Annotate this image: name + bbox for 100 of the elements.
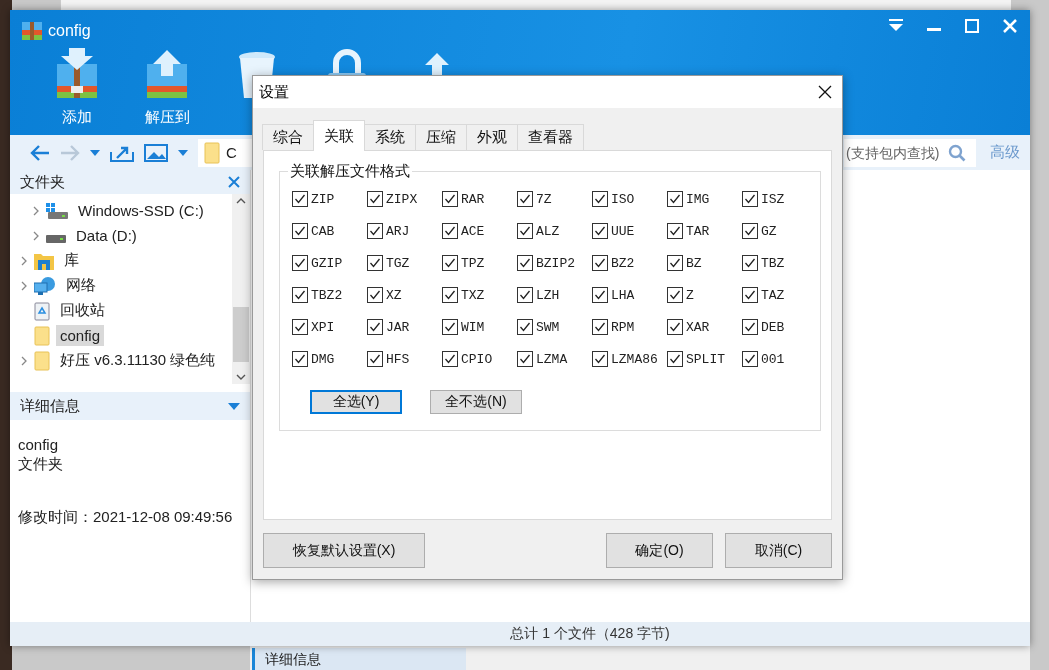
checkbox-icon[interactable] bbox=[367, 223, 383, 239]
dialog-button[interactable]: 确定(O) bbox=[606, 533, 713, 568]
scrollbar-thumb[interactable] bbox=[233, 306, 249, 362]
format-checkbox[interactable]: DEB bbox=[742, 318, 817, 336]
checkbox-icon[interactable] bbox=[742, 319, 758, 335]
format-checkbox[interactable]: JAR bbox=[367, 318, 442, 336]
checkbox-icon[interactable] bbox=[592, 255, 608, 271]
format-checkbox[interactable]: XZ bbox=[367, 286, 442, 304]
folder-tree-item[interactable]: 网络 bbox=[62, 274, 100, 297]
settings-tab[interactable]: 关联 bbox=[313, 120, 365, 151]
format-checkbox[interactable]: RPM bbox=[592, 318, 667, 336]
checkbox-icon[interactable] bbox=[517, 287, 533, 303]
checkbox-icon[interactable] bbox=[442, 191, 458, 207]
format-checkbox[interactable]: LZMA bbox=[517, 350, 592, 368]
format-checkbox[interactable]: HFS bbox=[367, 350, 442, 368]
format-checkbox[interactable]: BZ bbox=[667, 254, 742, 272]
folder-tree-item[interactable]: 回收站 bbox=[56, 299, 109, 322]
settings-tab[interactable]: 查看器 bbox=[517, 124, 584, 150]
checkbox-icon[interactable] bbox=[367, 191, 383, 207]
chevron-up-icon[interactable] bbox=[236, 198, 246, 204]
checkbox-icon[interactable] bbox=[442, 223, 458, 239]
chevron-right-icon[interactable] bbox=[20, 355, 28, 366]
format-checkbox[interactable]: RAR bbox=[442, 190, 517, 208]
toolbar-button[interactable]: 添加 bbox=[62, 108, 92, 127]
format-checkbox[interactable]: UUE bbox=[592, 222, 667, 240]
checkbox-icon[interactable] bbox=[592, 287, 608, 303]
format-checkbox[interactable]: TBZ bbox=[742, 254, 817, 272]
format-checkbox[interactable]: CAB bbox=[292, 222, 367, 240]
chevron-right-icon[interactable] bbox=[20, 280, 28, 291]
checkbox-icon[interactable] bbox=[742, 351, 758, 367]
format-checkbox[interactable]: TAR bbox=[667, 222, 742, 240]
format-checkbox[interactable]: ACE bbox=[442, 222, 517, 240]
folder-tree-item[interactable]: 好压 v6.3.11130 绿色纯 bbox=[56, 349, 220, 372]
format-checkbox[interactable]: IMG bbox=[667, 190, 742, 208]
format-checkbox[interactable]: 001 bbox=[742, 350, 817, 368]
checkbox-icon[interactable] bbox=[292, 223, 308, 239]
format-checkbox[interactable]: XAR bbox=[667, 318, 742, 336]
checkbox-icon[interactable] bbox=[292, 351, 308, 367]
folder-tree-item[interactable]: config bbox=[56, 325, 105, 346]
restore-defaults-button[interactable]: 恢复默认设置(X) bbox=[263, 533, 425, 568]
folder-tree-item[interactable]: Windows-SSD (C:) bbox=[74, 200, 208, 221]
format-checkbox[interactable]: ALZ bbox=[517, 222, 592, 240]
chevron-right-icon[interactable] bbox=[32, 230, 40, 241]
chevron-down-icon[interactable] bbox=[236, 374, 246, 380]
checkbox-icon[interactable] bbox=[742, 191, 758, 207]
checkbox-icon[interactable] bbox=[667, 223, 683, 239]
checkbox-icon[interactable] bbox=[517, 191, 533, 207]
checkbox-icon[interactable] bbox=[592, 351, 608, 367]
checkbox-icon[interactable] bbox=[442, 255, 458, 271]
format-checkbox[interactable]: TGZ bbox=[367, 254, 442, 272]
checkbox-icon[interactable] bbox=[742, 255, 758, 271]
checkbox-icon[interactable] bbox=[442, 287, 458, 303]
dropdown-caret-icon[interactable] bbox=[178, 149, 188, 156]
chevron-right-icon[interactable] bbox=[20, 255, 28, 266]
format-checkbox[interactable]: ZIP bbox=[292, 190, 367, 208]
format-checkbox[interactable]: LZH bbox=[517, 286, 592, 304]
format-checkbox[interactable]: LZMA86 bbox=[592, 350, 667, 368]
checkbox-icon[interactable] bbox=[742, 287, 758, 303]
format-checkbox[interactable]: GZ bbox=[742, 222, 817, 240]
checkbox-icon[interactable] bbox=[592, 191, 608, 207]
checkbox-icon[interactable] bbox=[592, 223, 608, 239]
checkbox-icon[interactable] bbox=[292, 319, 308, 335]
checkbox-icon[interactable] bbox=[367, 351, 383, 367]
checkbox-icon[interactable] bbox=[367, 255, 383, 271]
checkbox-icon[interactable] bbox=[517, 351, 533, 367]
checkbox-icon[interactable] bbox=[442, 319, 458, 335]
format-checkbox[interactable]: TAZ bbox=[742, 286, 817, 304]
checkbox-icon[interactable] bbox=[742, 223, 758, 239]
format-checkbox[interactable]: DMG bbox=[292, 350, 367, 368]
format-checkbox[interactable]: ZIPX bbox=[367, 190, 442, 208]
checkbox-icon[interactable] bbox=[517, 255, 533, 271]
checkbox-icon[interactable] bbox=[667, 319, 683, 335]
format-checkbox[interactable]: TBZ2 bbox=[292, 286, 367, 304]
checkbox-icon[interactable] bbox=[667, 287, 683, 303]
close-icon[interactable] bbox=[818, 85, 832, 99]
format-checkbox[interactable]: ISZ bbox=[742, 190, 817, 208]
format-checkbox[interactable]: Z bbox=[667, 286, 742, 304]
format-checkbox[interactable]: XPI bbox=[292, 318, 367, 336]
format-checkbox[interactable]: BZ2 bbox=[592, 254, 667, 272]
folder-tree-item[interactable]: 库 bbox=[60, 249, 83, 272]
checkbox-icon[interactable] bbox=[442, 351, 458, 367]
checkbox-icon[interactable] bbox=[367, 319, 383, 335]
checkbox-icon[interactable] bbox=[292, 191, 308, 207]
format-checkbox[interactable]: 7Z bbox=[517, 190, 592, 208]
maximize-icon[interactable] bbox=[962, 16, 982, 36]
format-checkbox[interactable]: GZIP bbox=[292, 254, 367, 272]
search-field[interactable]: (支持包内查找) bbox=[844, 138, 976, 167]
chevron-right-icon[interactable] bbox=[32, 205, 40, 216]
back-arrow-icon[interactable] bbox=[30, 143, 50, 162]
search-icon[interactable] bbox=[948, 143, 966, 162]
format-checkbox[interactable]: CPIO bbox=[442, 350, 517, 368]
select-button[interactable]: 全不选(N) bbox=[430, 390, 522, 414]
format-checkbox[interactable]: SWM bbox=[517, 318, 592, 336]
checkbox-icon[interactable] bbox=[367, 287, 383, 303]
checkbox-icon[interactable] bbox=[292, 255, 308, 271]
scrollbar[interactable] bbox=[232, 194, 250, 384]
checkbox-icon[interactable] bbox=[667, 351, 683, 367]
checkbox-icon[interactable] bbox=[292, 287, 308, 303]
caret-down-icon[interactable] bbox=[228, 402, 240, 410]
checkbox-icon[interactable] bbox=[517, 223, 533, 239]
